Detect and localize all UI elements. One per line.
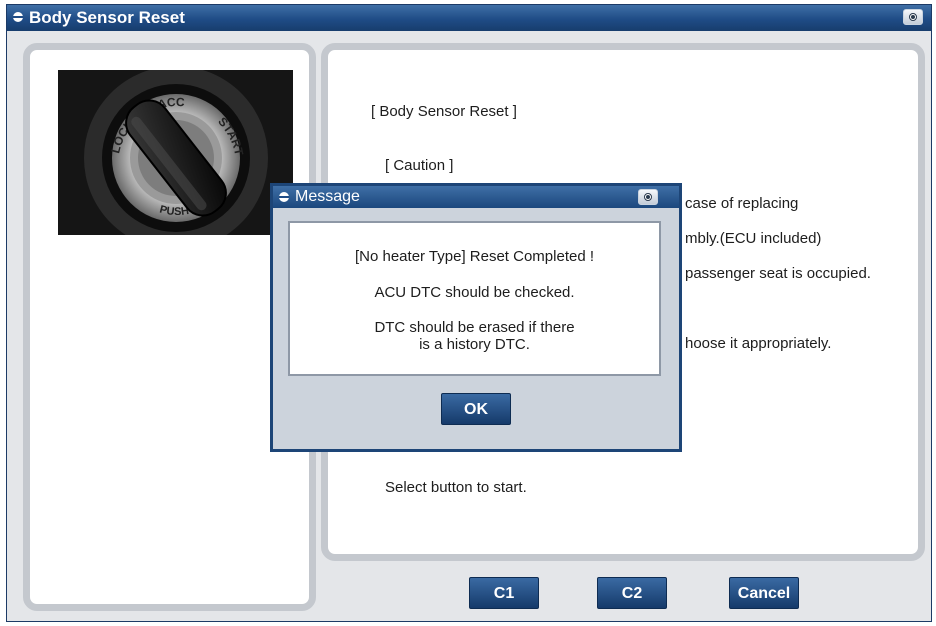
instruction-line-1: case of replacing xyxy=(685,195,799,212)
ok-button[interactable]: OK xyxy=(441,393,511,425)
window-title: Body Sensor Reset xyxy=(29,8,185,27)
cancel-button[interactable]: Cancel xyxy=(729,577,799,609)
window-menu-icon[interactable] xyxy=(13,12,23,22)
ignition-switch-photo: LOCK ACC START PUSH xyxy=(58,70,293,235)
message-box: [No heater Type] Reset Completed ! ACU D… xyxy=(288,221,661,376)
instruction-line-4: hoose it appropriately. xyxy=(685,335,832,352)
start-prompt: Select button to start. xyxy=(385,479,527,496)
dialog-screenshot-icon[interactable] xyxy=(638,189,658,205)
c1-button[interactable]: C1 xyxy=(469,577,539,609)
window-titlebar: Body Sensor Reset xyxy=(7,5,931,31)
ignition-switch-image: LOCK ACC START PUSH xyxy=(58,70,293,235)
message-line-2: ACU DTC should be checked. xyxy=(374,284,575,301)
caution-heading: [ Caution ] xyxy=(385,157,454,174)
instruction-line-3: passenger seat is occupied. xyxy=(685,265,871,282)
screenshot-icon[interactable] xyxy=(903,9,923,25)
c2-button[interactable]: C2 xyxy=(597,577,667,609)
instruction-heading: [ Body Sensor Reset ] xyxy=(371,103,517,120)
dialog-titlebar: Message xyxy=(273,186,679,208)
instruction-line-2: mbly.(ECU included) xyxy=(685,230,822,247)
dialog-menu-icon[interactable] xyxy=(279,192,289,202)
dialog-title: Message xyxy=(295,188,360,205)
message-dialog: Message [No heater Type] Reset Completed… xyxy=(270,183,682,452)
message-line-3a: DTC should be erased if there xyxy=(374,319,575,336)
message-line-1: [No heater Type] Reset Completed ! xyxy=(354,248,595,265)
message-line-3b: is a history DTC. xyxy=(419,336,530,353)
